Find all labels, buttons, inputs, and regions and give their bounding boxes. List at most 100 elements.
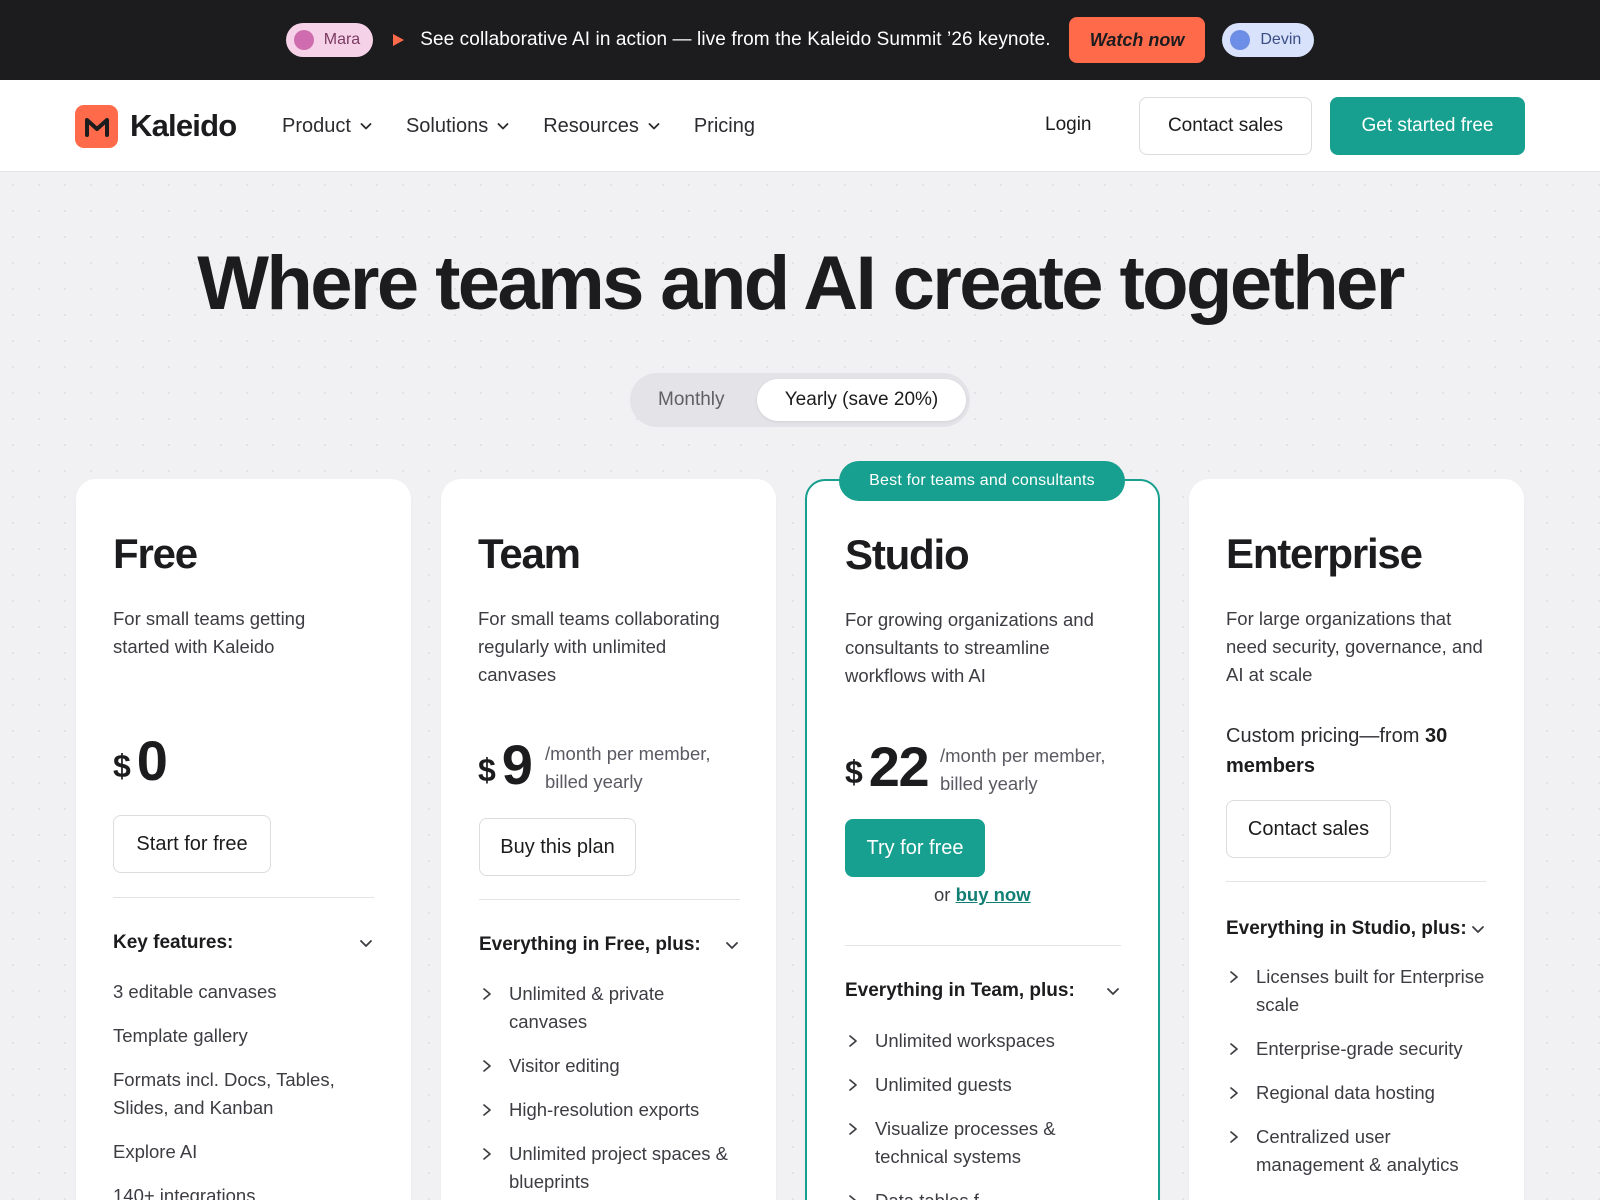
chevron-down-icon xyxy=(726,942,738,949)
chevron-right-icon xyxy=(1230,1043,1238,1055)
feature-item: Explore AI xyxy=(113,1141,198,1162)
price-amount: 0 xyxy=(136,729,168,792)
divider xyxy=(1226,881,1486,882)
feature-text: Data tables f... xyxy=(875,1190,994,1200)
chevron-down-icon xyxy=(360,940,372,947)
kaleido-logo-icon[interactable] xyxy=(75,105,118,148)
feature-text: Regional data hosting xyxy=(1256,1082,1435,1103)
presence-name: Mara xyxy=(323,31,361,48)
chevron-right-icon xyxy=(849,1079,857,1091)
feature-list: Licenses built for Enterprise scale Ente… xyxy=(1226,963,1496,1195)
feature-list: 3 editable canvases Template gallery For… xyxy=(113,978,363,1200)
feature-item: Unlimited project spaces & blueprints xyxy=(479,1140,740,1196)
nav-item-pricing[interactable]: Pricing xyxy=(694,115,755,138)
chevron-right-icon xyxy=(483,1148,491,1160)
buy-now-link[interactable]: buy now xyxy=(956,884,1031,905)
feature-list: Unlimited workspaces Unlimited guests Vi… xyxy=(845,1027,1121,1200)
billing-toggle-yearly[interactable]: Yearly (save 20%) xyxy=(757,379,966,421)
recommended-badge: Best for teams and consultants xyxy=(839,461,1125,501)
logo-text[interactable]: Kaleido xyxy=(130,108,237,144)
contact-sales-plan-button[interactable]: Contact sales xyxy=(1226,800,1391,858)
divider xyxy=(479,899,740,900)
chevron-down-icon xyxy=(360,123,372,130)
chevron-right-icon xyxy=(849,1123,857,1135)
price-note: /month per member, billed yearly xyxy=(545,743,711,792)
logo-m-icon xyxy=(84,117,109,137)
plan-description: For large organizations that need securi… xyxy=(1226,608,1483,685)
nav-item-label: Resources xyxy=(543,114,639,137)
billing-toggle-monthly[interactable]: Monthly xyxy=(658,389,725,411)
chevron-right-icon xyxy=(483,1104,491,1116)
top-navigation: Kaleido Product Solutions Resources Pric… xyxy=(0,80,1600,172)
billing-toggle: Monthly Yearly (save 20%) xyxy=(630,373,970,427)
feature-text: Unlimited workspaces xyxy=(875,1030,1055,1051)
presence-badge-devin: Devin xyxy=(1222,23,1315,57)
feature-item: 140+ integrations xyxy=(113,1185,256,1200)
buy-this-plan-button[interactable]: Buy this plan xyxy=(479,818,636,876)
chevron-right-icon xyxy=(483,1060,491,1072)
feature-item: Enterprise-grade security xyxy=(1226,1035,1496,1063)
nav-item-label: Product xyxy=(282,114,351,137)
chevron-down-icon xyxy=(1472,926,1484,933)
feature-text: Licenses built for Enterprise scale xyxy=(1256,966,1485,1015)
play-icon xyxy=(393,34,405,46)
feature-item: High-resolution exports xyxy=(479,1096,740,1124)
feature-text: Unlimited project spaces & blueprints xyxy=(509,1143,729,1192)
plan-description: For growing organizations and consultant… xyxy=(845,609,1094,686)
try-for-free-button[interactable]: Try for free xyxy=(845,819,985,877)
announcement-bar: Mara See collaborative AI in action — li… xyxy=(0,0,1600,80)
features-toggle[interactable]: Everything in Team, plus: xyxy=(845,980,1121,1002)
features-toggle[interactable]: Everything in Free, plus: xyxy=(479,934,740,956)
feature-text: Unlimited & private canvases xyxy=(509,983,665,1032)
features-toggle[interactable]: Key features: xyxy=(113,932,374,954)
watch-now-button[interactable]: Watch now xyxy=(1068,17,1206,63)
announcement-text: See collaborative AI in action — live fr… xyxy=(420,29,1051,50)
feature-item: Template gallery xyxy=(113,1025,248,1046)
feature-text: High-resolution exports xyxy=(509,1099,700,1120)
feature-item: Centralized user management & analytics xyxy=(1226,1123,1496,1179)
features-heading: Everything in Free, plus: xyxy=(479,934,701,955)
get-started-button[interactable]: Get started free xyxy=(1330,97,1525,155)
chevron-right-icon xyxy=(849,1195,857,1200)
divider xyxy=(113,897,374,898)
features-heading: Everything in Studio, plus: xyxy=(1226,918,1467,939)
nav-item-resources[interactable]: Resources xyxy=(543,115,661,138)
chevron-right-icon xyxy=(1230,971,1238,983)
feature-item: Unlimited guests xyxy=(845,1071,1121,1099)
feature-item: Unlimited & private canvases xyxy=(479,980,740,1036)
user-avatar-icon xyxy=(293,30,314,50)
features-toggle[interactable]: Everything in Studio, plus: xyxy=(1226,918,1486,940)
price-note: /month per member, billed yearly xyxy=(940,745,1106,794)
contact-sales-button[interactable]: Contact sales xyxy=(1139,97,1312,155)
custom-pricing: Custom pricing—from 30 members xyxy=(1226,721,1491,781)
price-amount: 9 xyxy=(501,733,533,796)
features-heading: Key features: xyxy=(113,932,234,953)
custom-pricing-text: Custom pricing—from xyxy=(1226,725,1420,747)
feature-list: Unlimited & private canvases Visitor edi… xyxy=(479,980,740,1200)
login-link[interactable]: Login xyxy=(1045,114,1092,136)
nav-item-product[interactable]: Product xyxy=(282,115,373,138)
price-currency: $ xyxy=(113,748,131,784)
plan-price: $ 9 xyxy=(478,733,533,796)
chevron-right-icon xyxy=(483,988,491,1000)
user-avatar-icon xyxy=(1230,30,1251,50)
chevron-down-icon xyxy=(1107,988,1119,995)
feature-text: Enterprise-grade security xyxy=(1256,1038,1463,1059)
feature-item: Formats incl. Docs, Tables, Slides, and … xyxy=(113,1069,335,1118)
plan-price: $ 0 xyxy=(113,729,168,792)
plan-price: $ 22 xyxy=(845,739,930,795)
start-for-free-button[interactable]: Start for free xyxy=(113,815,271,873)
plan-name: Free xyxy=(113,530,198,577)
feature-item: 3 editable canvases xyxy=(113,981,277,1002)
chevron-right-icon xyxy=(849,1035,857,1047)
feature-item: Unlimited workspaces xyxy=(845,1027,1121,1055)
feature-text: Visualize processes & technical systems xyxy=(875,1118,1056,1167)
presence-badge-mara: Mara xyxy=(285,23,374,57)
feature-text: Unlimited guests xyxy=(875,1074,1012,1095)
chevron-down-icon xyxy=(497,123,509,130)
nav-item-solutions[interactable]: Solutions xyxy=(406,115,510,138)
feature-item: Data tables f... xyxy=(845,1187,1121,1200)
plan-name: Studio xyxy=(845,531,970,578)
nav-item-label: Solutions xyxy=(405,114,489,137)
feature-item: Regional data hosting xyxy=(1226,1079,1496,1107)
